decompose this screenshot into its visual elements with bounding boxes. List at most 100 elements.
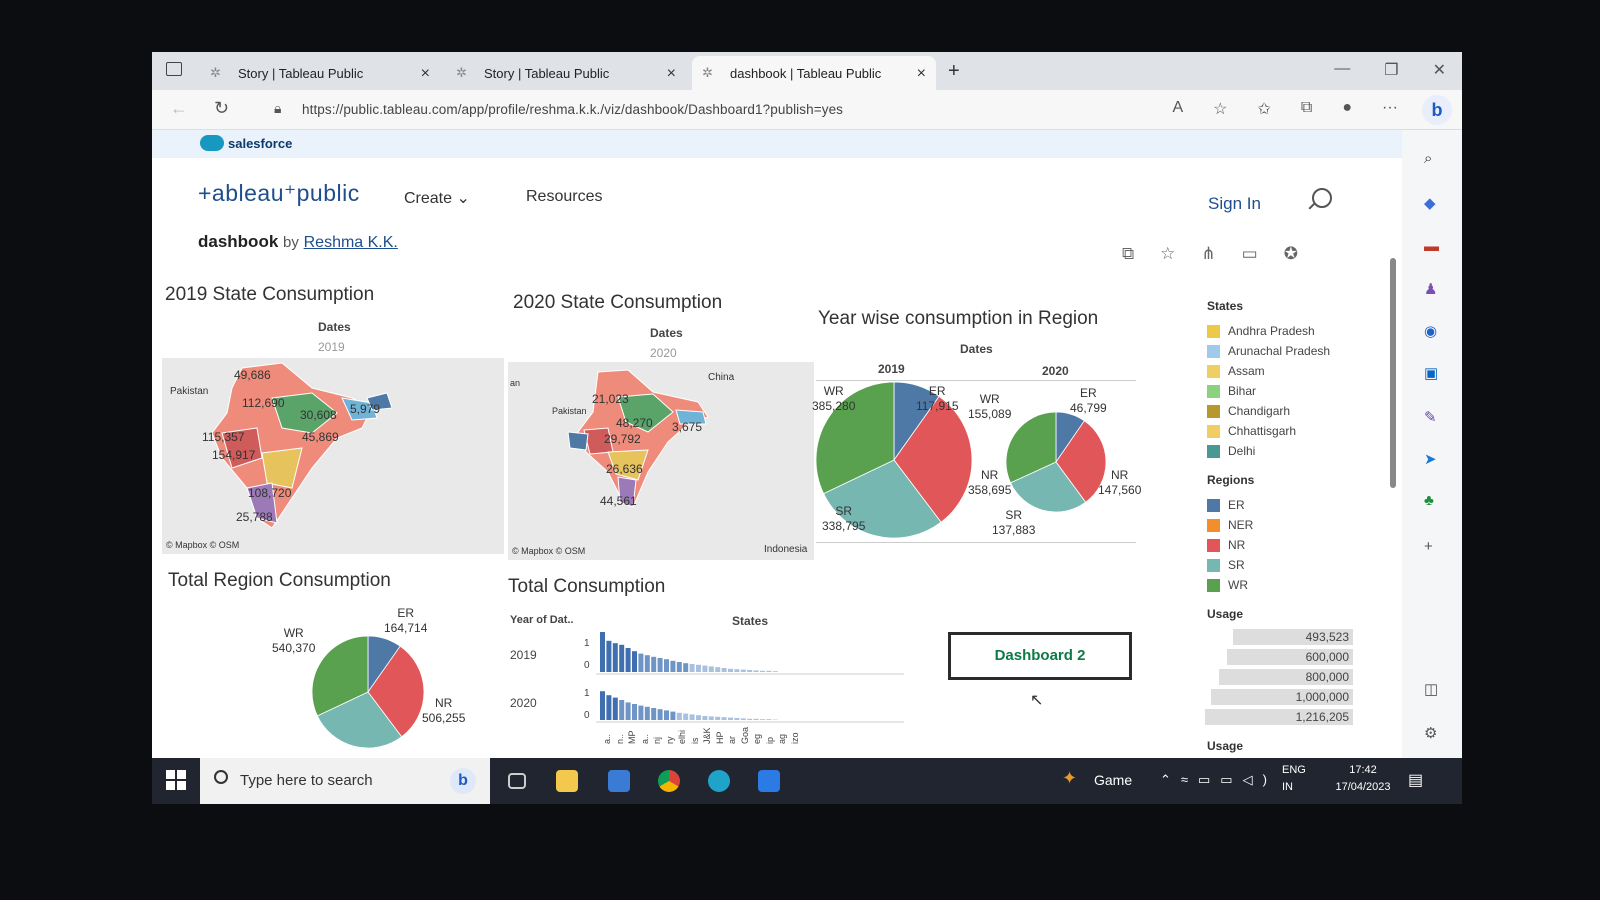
total-consumption-bars[interactable] (596, 628, 904, 724)
restore-icon[interactable]: ❐ (1384, 60, 1398, 80)
bing-copilot-icon[interactable]: b (1422, 95, 1452, 125)
bar[interactable] (760, 670, 765, 672)
bar[interactable] (721, 668, 727, 672)
tableau-public-logo[interactable]: +ableau⁺public (198, 180, 360, 207)
bar[interactable] (670, 660, 676, 672)
vertical-scrollbar[interactable] (1390, 258, 1396, 488)
bar[interactable] (715, 667, 721, 672)
shopping-icon[interactable]: ◆ (1424, 194, 1436, 212)
bar[interactable] (632, 651, 637, 672)
bar[interactable] (760, 719, 765, 720)
bar[interactable] (676, 712, 682, 720)
office-icon[interactable]: ◉ (1424, 322, 1437, 340)
outlook-icon[interactable]: ▣ (1424, 364, 1438, 382)
search-icon[interactable]: ⌕ (1424, 150, 1432, 167)
games-icon[interactable]: ♟ (1424, 280, 1437, 298)
url-field[interactable]: https://public.tableau.com/app/profile/r… (302, 102, 843, 117)
bar[interactable] (740, 669, 746, 672)
send-icon[interactable]: ➤ (1424, 450, 1437, 468)
tab-actions-icon[interactable] (166, 62, 182, 76)
bar[interactable] (721, 717, 727, 720)
state-legend-item[interactable]: Arunachal Pradesh (1207, 341, 1397, 361)
bar[interactable] (676, 662, 682, 672)
bar[interactable] (606, 695, 612, 720)
notifications-icon[interactable]: ▤ (1408, 770, 1423, 790)
share-icon[interactable]: ⋔ (1201, 244, 1215, 264)
state-legend-item[interactable]: Chandigarh (1207, 401, 1397, 421)
clock[interactable]: 17:42 17/04/2023 (1328, 762, 1398, 796)
bar[interactable] (612, 697, 618, 720)
bar[interactable] (600, 691, 605, 720)
windows-start-icon[interactable] (166, 770, 186, 790)
close-tab-icon[interactable]: × (917, 65, 926, 83)
edge-icon[interactable] (708, 770, 730, 792)
favorite-star-icon[interactable]: ☆ (1160, 244, 1175, 264)
file-explorer-icon[interactable] (556, 770, 578, 792)
tools-icon[interactable]: ▬ (1424, 238, 1439, 255)
chrome-icon[interactable] (658, 770, 680, 792)
settings-icon[interactable]: ⚙ (1424, 724, 1437, 742)
bar[interactable] (664, 710, 669, 720)
bar[interactable] (728, 717, 733, 720)
system-tray-icons[interactable]: ⌃≈▭▭◁) (1160, 772, 1277, 788)
bar[interactable] (689, 714, 695, 720)
bar[interactable] (625, 702, 631, 720)
bar[interactable] (689, 664, 695, 672)
bar[interactable] (766, 670, 772, 672)
search-icon[interactable] (1312, 188, 1332, 208)
nav-resources[interactable]: Resources (526, 188, 602, 206)
collections-icon[interactable]: ⧉ (1301, 99, 1312, 119)
region-legend-item[interactable]: SR (1207, 555, 1397, 575)
read-aloud-icon[interactable]: A (1172, 99, 1183, 119)
map-2020[interactable]: an Pakistan China Indonesia 21,023 48,27… (508, 362, 814, 560)
author-link[interactable]: Reshma K.K. (304, 234, 398, 251)
split-screen-icon[interactable]: ◫ (1424, 680, 1438, 698)
task-view-icon[interactable] (508, 773, 526, 789)
bar[interactable] (619, 644, 625, 672)
close-window-icon[interactable]: ✕ (1433, 60, 1446, 80)
region-legend-item[interactable]: NR (1207, 535, 1397, 555)
bar[interactable] (606, 640, 612, 672)
map-2019[interactable]: Pakistan 49,686 112,690 30,608 5,979 115… (162, 358, 504, 554)
favorites-icon[interactable]: ✩ (1258, 99, 1271, 119)
profile-icon[interactable]: ● (1342, 99, 1352, 119)
state-legend-item[interactable]: Chhattisgarh (1207, 421, 1397, 441)
tab-story-1[interactable]: ✲ Story | Tableau Public × (200, 56, 440, 90)
sign-in-link[interactable]: Sign In (1208, 194, 1261, 214)
present-icon[interactable]: ▭ (1242, 244, 1258, 264)
pie-2020[interactable] (1006, 412, 1106, 512)
bar[interactable] (708, 666, 714, 672)
bar[interactable] (702, 716, 708, 720)
bar[interactable] (625, 648, 631, 672)
store-icon[interactable] (608, 770, 630, 792)
bar[interactable] (766, 719, 772, 720)
region-legend-item[interactable]: ER (1207, 495, 1397, 515)
bar[interactable] (740, 718, 746, 720)
bar[interactable] (747, 718, 753, 720)
pie-total-region[interactable] (312, 636, 424, 748)
salesforce-text[interactable]: salesforce (228, 136, 292, 151)
region-legend-item[interactable]: WR (1207, 575, 1397, 595)
state-legend-item[interactable]: Assam (1207, 361, 1397, 381)
bar[interactable] (632, 704, 637, 720)
tree-icon[interactable]: ♣ (1424, 492, 1434, 509)
bar[interactable] (683, 713, 689, 720)
bar[interactable] (657, 709, 663, 720)
refresh-icon[interactable]: ↻ (214, 98, 229, 119)
language-indicator[interactable]: ENG IN (1282, 762, 1306, 796)
lock-icon[interactable]: 🔒︎ (274, 100, 281, 117)
bar[interactable] (696, 664, 701, 672)
bar[interactable] (619, 700, 625, 720)
state-legend-item[interactable]: Andhra Pradesh (1207, 321, 1397, 341)
mail-icon[interactable] (758, 770, 780, 792)
bar[interactable] (747, 670, 753, 672)
bar[interactable] (753, 718, 759, 720)
game-icon[interactable]: ✦ (1062, 768, 1077, 789)
close-tab-icon[interactable]: × (667, 65, 676, 83)
game-label[interactable]: Game (1094, 772, 1132, 788)
bar[interactable] (664, 659, 669, 672)
taskbar-search[interactable]: Type here to search b (200, 758, 490, 804)
bar[interactable] (638, 705, 644, 720)
bar[interactable] (734, 669, 740, 672)
more-icon[interactable]: ··· (1382, 99, 1398, 119)
